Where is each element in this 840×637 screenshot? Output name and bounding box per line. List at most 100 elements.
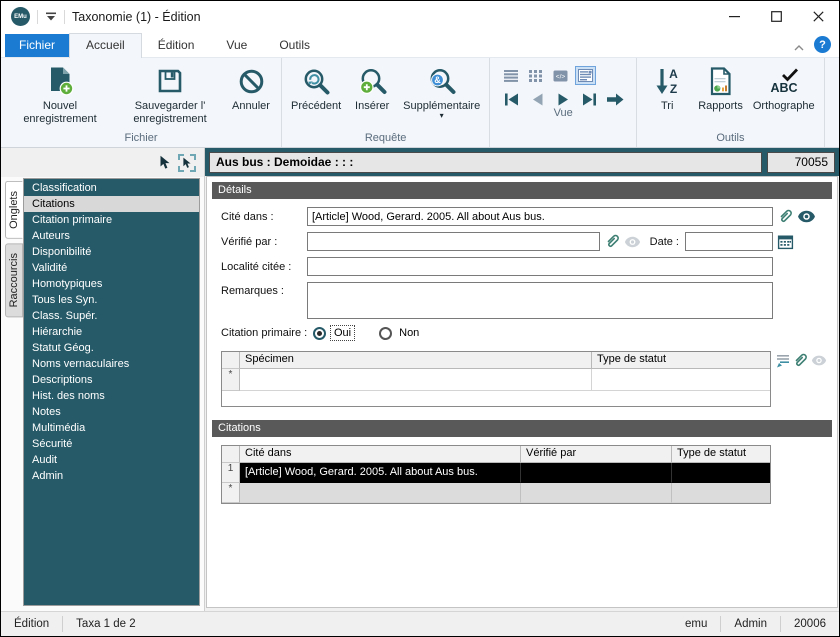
status-type-cell[interactable] [592,369,770,391]
cited-in-attach-icon[interactable] [777,208,794,225]
calendar-icon[interactable] [777,233,794,250]
insert-icon [358,63,387,99]
next-record-button[interactable] [552,91,574,107]
save-record-label: Sauvegarder l' enregistrement [133,100,207,126]
sidebar-item[interactable]: Descriptions [24,372,199,388]
tab-accueil[interactable]: Accueil [69,33,142,58]
help-button[interactable]: ? [814,36,831,53]
additional-dropdown-icon[interactable]: ▾ [440,112,444,120]
sidebar-item[interactable]: Admin [24,468,199,484]
sidebar-item[interactable]: Class. Supér. [24,308,199,324]
cited-locality-row: Localité citée : [221,257,823,276]
pointer-icon[interactable] [159,155,171,170]
citations-row-selected[interactable]: 1 [Article] Wood, Gerard. 2005. All abou… [222,463,770,483]
quick-access-dropdown-icon[interactable] [45,12,57,21]
specimen-column-header: Spécimen [240,352,592,369]
new-row-selector[interactable]: * [222,483,240,503]
sidebar-item[interactable]: Statut Géog. [24,340,199,356]
primary-citation-no-radio[interactable] [379,326,393,340]
citations-grid-tail [771,445,823,446]
cancel-button[interactable]: Annuler [225,60,277,113]
sidebar-item[interactable]: Hiérarchie [24,324,199,340]
sidebar-item[interactable]: Citation primaire [24,212,199,228]
maximize-button[interactable] [755,1,797,32]
specimen-attach-icon[interactable] [792,352,809,369]
cited-locality-input[interactable] [307,257,773,276]
specimen-cell[interactable] [240,369,592,391]
sidebar-item[interactable]: Notes [24,404,199,420]
verified-by-actions [600,233,645,250]
citations-grid-row: Cité dans Vérifié par Type de statut 1 [… [221,445,823,504]
citations-new-row[interactable]: * [222,483,770,503]
sort-button[interactable]: A Z Tri [641,60,693,113]
list-view-icon[interactable] [500,66,521,85]
sort-label: Tri [661,100,674,112]
primary-citation-no-label[interactable]: Non [396,326,422,340]
status-type-cell[interactable] [672,483,770,503]
goto-record-button[interactable] [604,91,626,107]
cited-in-view-icon[interactable] [797,210,816,223]
sidebar-item[interactable]: Validité [24,260,199,276]
sidebar-item[interactable]: Classification [24,180,199,196]
sidebar-item[interactable]: Hist. des noms [24,388,199,404]
collapse-ribbon-icon[interactable] [788,45,810,57]
verified-by-attach-icon[interactable] [604,233,621,250]
status-type-cell[interactable] [672,463,770,483]
primary-citation-yes-radio[interactable] [313,326,326,340]
sidebar-tab-onglets[interactable]: Onglets [5,181,23,239]
cited-in-cell[interactable] [240,483,521,503]
app-logo-text: EMu [14,13,27,20]
primary-citation-yes-label[interactable]: Oui [330,325,356,341]
close-button[interactable] [797,1,839,32]
sidebar-item[interactable]: Audit [24,452,199,468]
reports-button[interactable]: Rapports [693,60,748,113]
cited-in-input[interactable] [307,207,773,226]
sidebar-item[interactable]: Citations [24,196,199,212]
save-record-button[interactable]: Sauvegarder l' enregistrement [115,60,225,126]
sidebar-item[interactable]: Tous les Syn. [24,292,199,308]
new-record-button[interactable]: Nouvel enregistrement [5,60,115,126]
cited-in-row: Cité dans : [221,207,823,226]
sidebar-item[interactable]: Disponibilité [24,244,199,260]
verified-by-input[interactable] [307,232,600,251]
verified-by-column-header: Vérifié par [521,446,672,463]
sidebar-item[interactable]: Noms vernaculaires [24,356,199,372]
app-logo-icon[interactable]: EMu [11,7,30,26]
tab-vue[interactable]: Vue [210,34,263,57]
title-bar: EMu Taxonomie (1) - Édition [1,1,839,32]
insert-button[interactable]: Insérer [346,60,398,113]
sidebar-item[interactable]: Auteurs [24,228,199,244]
spelling-button[interactable]: ABC Orthographe [748,60,820,113]
specimen-view-icon-disabled [811,355,827,366]
status-bar: Édition Taxa 1 de 2 emu Admin 20006 [1,611,839,636]
verified-by-cell[interactable] [521,483,672,503]
ribbon-group-fichier: Nouvel enregistrement Sauvegarder l' enr… [1,58,282,147]
select-mode-icon[interactable] [178,153,196,172]
last-record-button[interactable] [578,91,600,107]
form-view-icon[interactable] [575,66,597,85]
remarks-input[interactable] [307,282,773,319]
first-record-button[interactable] [500,91,522,107]
sidebar: Onglets Raccourcis Classification Citati… [1,148,205,611]
new-row-selector[interactable]: * [222,369,240,391]
code-view-icon[interactable]: </> [550,66,571,85]
minimize-button[interactable] [713,1,755,32]
additional-button[interactable]: & Supplémentaire ▾ [398,60,485,120]
verified-by-cell[interactable] [521,463,672,483]
sidebar-item[interactable]: Homotypiques [24,276,199,292]
row-number[interactable]: 1 [222,463,240,483]
date-label: Date : [649,235,679,248]
previous-record-button[interactable] [526,91,548,107]
grid-view-icon[interactable] [525,66,546,85]
tab-fichier[interactable]: Fichier [5,34,70,57]
sidebar-item[interactable]: Sécurité [24,436,199,452]
date-actions [773,233,823,250]
fill-values-icon[interactable] [775,354,790,368]
sidebar-item[interactable]: Multimédia [24,420,199,436]
sidebar-tab-raccourcis[interactable]: Raccourcis [5,242,23,318]
tab-edition[interactable]: Édition [142,34,211,57]
cited-in-cell[interactable]: [Article] Wood, Gerard. 2005. All about … [240,463,521,483]
previous-query-button[interactable]: Précédent [286,60,346,113]
tab-outils[interactable]: Outils [263,34,326,57]
date-input[interactable] [685,232,773,251]
